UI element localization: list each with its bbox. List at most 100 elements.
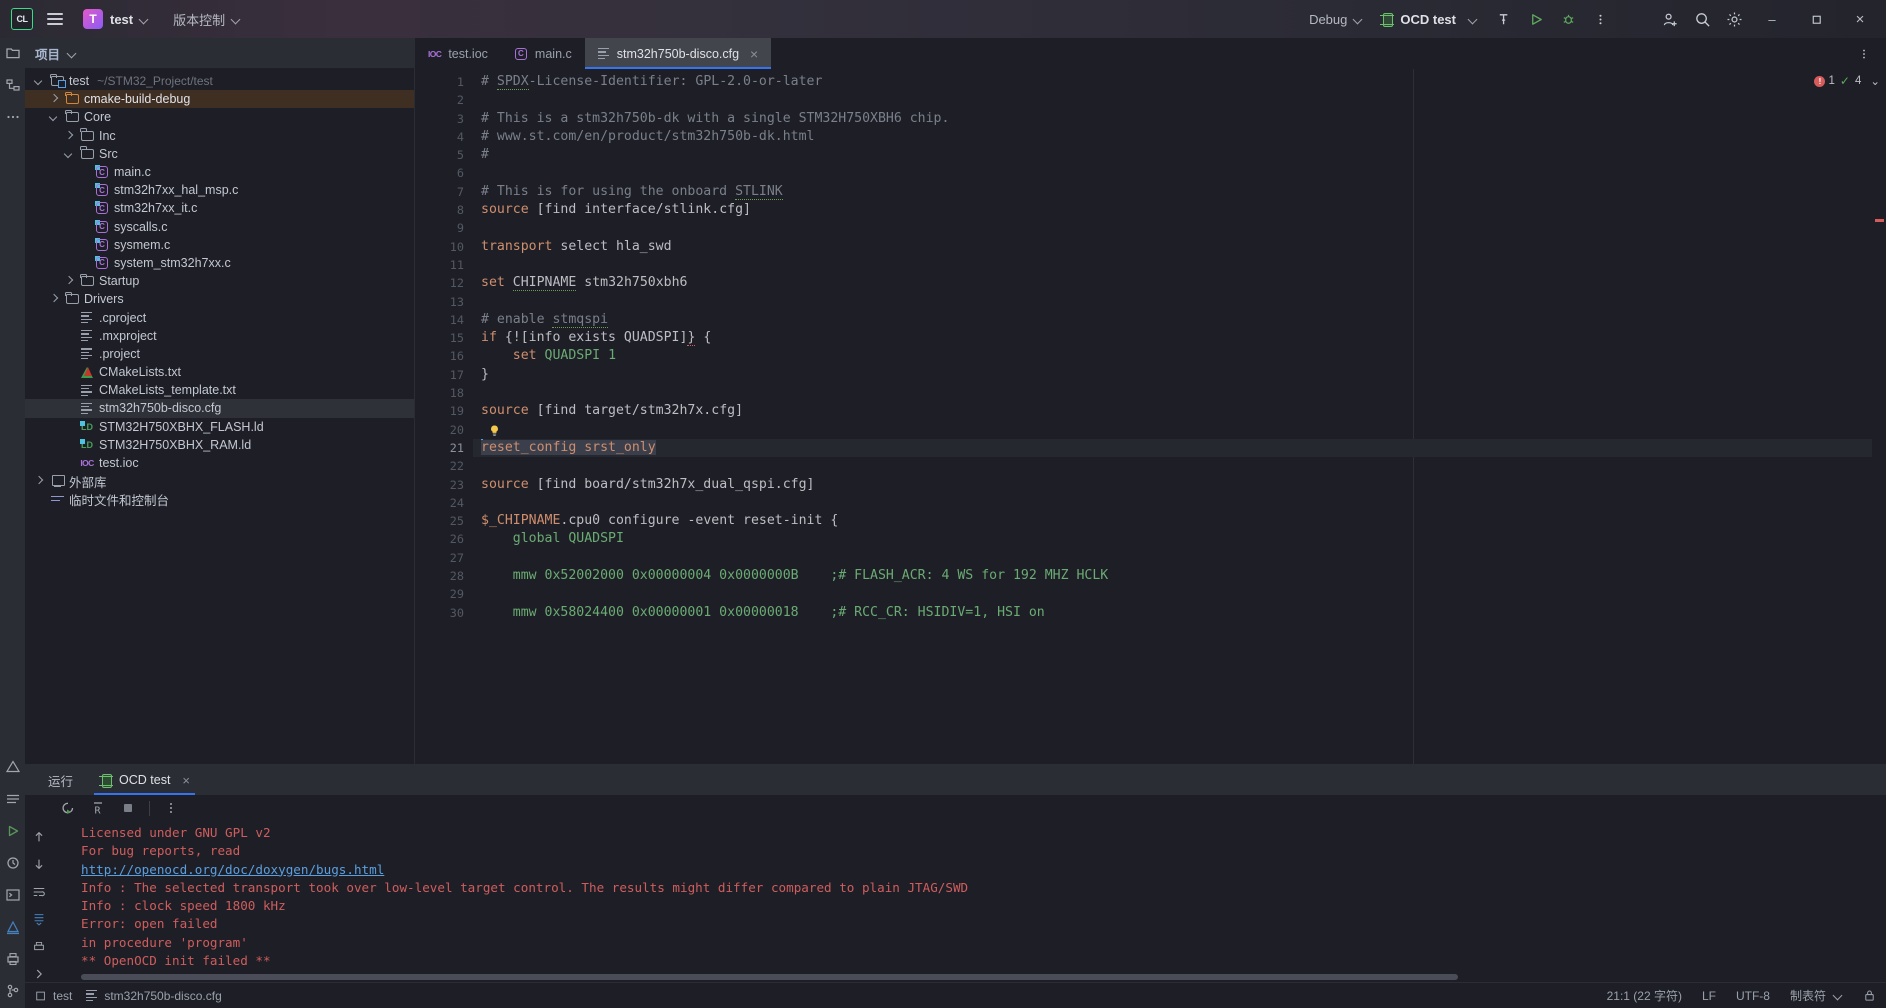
tree-row[interactable]: Csysmem.c — [25, 236, 414, 254]
tree-twisty-right-icon[interactable] — [33, 475, 45, 487]
gutter-line-number[interactable]: 11 — [415, 256, 473, 274]
tree-row[interactable]: 临时文件和控制台 — [25, 490, 414, 508]
tree-row[interactable]: CMakeLists_template.txt — [25, 381, 414, 399]
error-count-badge[interactable]: ! 1 — [1814, 75, 1834, 87]
add-collaborator-button[interactable] — [1656, 6, 1684, 32]
debug-tool-button[interactable] — [4, 854, 22, 872]
run-tool-tabs[interactable]: 运行OCD test× — [25, 765, 1886, 795]
editor-line[interactable] — [473, 164, 1872, 182]
scroll-down-button[interactable] — [30, 857, 48, 873]
tree-row[interactable]: Core — [25, 108, 414, 126]
more-tool-windows-button[interactable] — [4, 108, 22, 126]
line-separator-label[interactable]: LF — [1702, 989, 1716, 1003]
editor-line[interactable]: # This is for using the onboard STLINK — [473, 183, 1872, 201]
editor-line[interactable]: } — [473, 366, 1872, 384]
debug-button[interactable] — [1554, 6, 1582, 32]
tree-twisty-down-icon[interactable] — [63, 148, 75, 160]
editor-line[interactable]: $_CHIPNAME.cpu0 configure -event reset-i… — [473, 512, 1872, 530]
tree-twisty-down-icon[interactable] — [48, 111, 60, 123]
project-panel-header[interactable]: 项目 — [25, 38, 414, 68]
restart-button[interactable]: R — [89, 799, 107, 817]
gutter-line-number[interactable]: 29 — [415, 585, 473, 603]
editor-line[interactable]: transport select hla_swd — [473, 238, 1872, 256]
error-stripe-mark[interactable] — [1875, 219, 1884, 222]
search-everywhere-button[interactable] — [1688, 6, 1716, 32]
editor-line[interactable] — [473, 219, 1872, 237]
editor-line[interactable] — [473, 384, 1872, 402]
run-tool-tab-close-icon[interactable]: × — [182, 773, 190, 788]
tree-row[interactable]: stm32h750b-disco.cfg — [25, 399, 414, 417]
gutter-line-number[interactable]: 27 — [415, 549, 473, 567]
editor-tab-close-icon[interactable]: × — [750, 46, 758, 62]
indent-label-group[interactable]: 制表符 — [1790, 987, 1843, 1004]
gutter-line-number[interactable]: 10 — [415, 238, 473, 256]
editor-line[interactable]: reset_config srst_only — [473, 439, 1872, 457]
editor-line[interactable] — [473, 421, 1872, 439]
tree-row[interactable]: Cstm32h7xx_hal_msp.c — [25, 181, 414, 199]
problems-tool-button[interactable] — [4, 758, 22, 776]
editor-line[interactable]: # www.st.com/en/product/stm32h750b-dk.ht… — [473, 128, 1872, 146]
gutter-line-number[interactable]: 3 — [415, 110, 473, 128]
console-horizontal-scrollbar[interactable] — [81, 974, 1846, 980]
editor-tab[interactable]: IOCtest.ioc — [415, 38, 501, 69]
gutter-line-number[interactable]: 13 — [415, 293, 473, 311]
run-tool-tab[interactable]: OCD test× — [86, 765, 203, 795]
tree-twisty-right-icon[interactable] — [63, 275, 75, 287]
editor-line[interactable]: source [find interface/stlink.cfg] — [473, 201, 1872, 219]
run-button[interactable] — [1522, 6, 1550, 32]
printer-tool-button[interactable] — [4, 950, 22, 968]
gutter-line-number[interactable]: 4 — [415, 128, 473, 146]
run-tool-tab[interactable]: 运行 — [35, 765, 86, 795]
main-menu-button[interactable] — [42, 6, 68, 32]
editor-line[interactable] — [473, 457, 1872, 475]
settings-button[interactable] — [1720, 6, 1748, 32]
gutter-line-number[interactable]: 15 — [415, 329, 473, 347]
build-button[interactable] — [1490, 6, 1518, 32]
tree-row[interactable]: Drivers — [25, 290, 414, 308]
gutter-line-number[interactable]: 19 — [415, 402, 473, 420]
tree-row[interactable]: Csystem_stm32h7xx.c — [25, 254, 414, 272]
gutter-line-number[interactable]: 21 — [415, 439, 473, 457]
editor-line[interactable]: source [find board/stm32h7x_dual_qspi.cf… — [473, 476, 1872, 494]
editor-line[interactable] — [473, 293, 1872, 311]
gutter-line-number[interactable]: 20 — [415, 421, 473, 439]
editor-line[interactable]: # enable stmqspi — [473, 311, 1872, 329]
editor-line[interactable] — [473, 549, 1872, 567]
editor-code[interactable]: # SPDX-License-Identifier: GPL-2.0-or-la… — [473, 69, 1872, 764]
clion-logo-button[interactable]: CL — [6, 6, 38, 32]
editor-line[interactable] — [473, 494, 1872, 512]
editor-tab[interactable]: stm32h750b-disco.cfg× — [585, 38, 771, 69]
tree-row[interactable]: Cmain.c — [25, 163, 414, 181]
gutter-line-number[interactable]: 24 — [415, 494, 473, 512]
editor-line[interactable]: source [find target/stm32h7x.cfg] — [473, 402, 1872, 420]
tree-twisty-right-icon[interactable] — [48, 93, 60, 105]
inspection-chevron-icon[interactable]: ⌄ — [1870, 74, 1880, 88]
gutter-line-number[interactable]: 25 — [415, 512, 473, 530]
tree-row[interactable]: Cstm32h7xx_it.c — [25, 199, 414, 217]
gutter-line-number[interactable]: 22 — [415, 457, 473, 475]
console-output[interactable]: Licensed under GNU GPL v2For bug reports… — [53, 821, 1886, 982]
editor-line[interactable]: if {![info exists QUADSPI]} { — [473, 329, 1872, 347]
lock-icon[interactable] — [1863, 989, 1876, 1002]
gutter-line-number[interactable]: 18 — [415, 384, 473, 402]
vcs-menu-button[interactable]: 版本控制 — [168, 6, 246, 32]
editor-line[interactable] — [473, 585, 1872, 603]
gutter-line-number[interactable]: 7 — [415, 183, 473, 201]
gutter-line-number[interactable]: 16 — [415, 347, 473, 365]
project-selector[interactable]: T test — [78, 6, 154, 32]
soft-wrap-button[interactable] — [30, 884, 48, 900]
expand-console-button[interactable] — [30, 967, 48, 983]
project-tree[interactable]: test~/STM32_Project/testcmake-build-debu… — [25, 68, 414, 764]
tree-row[interactable]: LDSTM32H750XBHX_FLASH.ld — [25, 418, 414, 436]
run-tool-button[interactable] — [4, 822, 22, 840]
gutter-line-number[interactable]: 2 — [415, 91, 473, 109]
tree-row[interactable]: CMakeLists.txt — [25, 363, 414, 381]
editor-tab-options-button[interactable] — [1850, 41, 1878, 67]
tree-twisty-down-icon[interactable] — [33, 75, 45, 87]
tree-row[interactable]: .project — [25, 345, 414, 363]
gutter-line-number[interactable]: 12 — [415, 274, 473, 292]
print-console-button[interactable] — [30, 939, 48, 955]
gutter-line-number[interactable]: 5 — [415, 146, 473, 164]
more-options-button[interactable] — [1586, 6, 1614, 32]
git-tool-button[interactable] — [4, 982, 22, 1000]
